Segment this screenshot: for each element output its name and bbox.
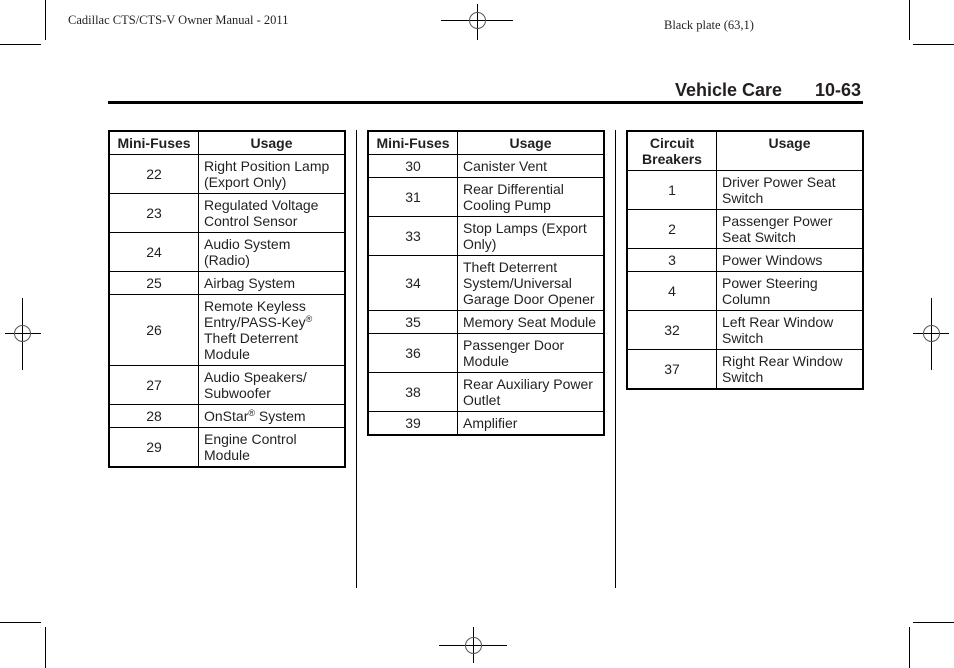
breaker-usage: Power Steering Column (716, 271, 864, 311)
page-number: 10-63 (815, 80, 862, 100)
column-header-usage: Usage (198, 130, 346, 155)
fuse-number: 30 (367, 154, 458, 178)
breaker-number: 1 (626, 170, 717, 210)
table-row: 37 Right Rear Window Switch (626, 349, 864, 390)
fuse-number: 23 (108, 193, 199, 233)
breaker-usage: Power Windows (716, 248, 864, 272)
usage-text: OnStar (204, 408, 249, 424)
usage-text: Theft Deterrent Module (204, 330, 299, 362)
column-header-usage: Usage (716, 130, 864, 171)
table-row: 1 Driver Power Seat Switch (626, 170, 864, 210)
crop-mark-icon (909, 627, 910, 668)
table-row: 39 Amplifier (367, 411, 605, 436)
table-row: 23 Regulated Voltage Control Sensor (108, 193, 346, 233)
fuse-usage: Audio System (Radio) (198, 232, 346, 272)
crop-mark-icon (909, 0, 910, 40)
fuse-usage: Amplifier (457, 411, 605, 436)
table-header-row: Circuit Breakers Usage (626, 130, 864, 171)
fuse-usage: Remote Keyless Entry/PASS-Key® Theft Det… (198, 294, 346, 366)
table-row: 28 OnStar® System (108, 404, 346, 428)
circuit-breakers-table: Circuit Breakers Usage 1 Driver Power Se… (626, 130, 864, 390)
column-header-mini-fuses: Mini-Fuses (367, 130, 458, 155)
header-rule (108, 101, 863, 104)
fuse-number: 36 (367, 333, 458, 373)
fuse-number: 24 (108, 232, 199, 272)
fuse-number: 35 (367, 310, 458, 334)
fuse-number: 39 (367, 411, 458, 436)
breaker-number: 37 (626, 349, 717, 390)
table-row: 25 Airbag System (108, 271, 346, 295)
fuse-number: 26 (108, 294, 199, 366)
registered-mark: ® (248, 408, 255, 418)
fuse-number: 33 (367, 216, 458, 256)
breaker-usage: Left Rear Window Switch (716, 310, 864, 350)
table-row: 29 Engine Control Module (108, 427, 346, 468)
breaker-number: 2 (626, 209, 717, 249)
mini-fuses-table-1: Mini-Fuses Usage 22 Right Position Lamp … (108, 130, 346, 468)
table-row: 3 Power Windows (626, 248, 864, 272)
usage-text: Remote Keyless Entry/PASS-Key (204, 298, 306, 330)
section-title: Vehicle Care (675, 80, 783, 100)
table-row: 2 Passenger Power Seat Switch (626, 209, 864, 249)
fuse-number: 34 (367, 255, 458, 311)
fuse-number: 28 (108, 404, 199, 428)
fuse-usage: Audio Speakers/ Subwoofer (198, 365, 346, 405)
table-row: 27 Audio Speakers/ Subwoofer (108, 365, 346, 405)
crop-mark-icon (0, 622, 41, 623)
breaker-number: 32 (626, 310, 717, 350)
fuse-number: 25 (108, 271, 199, 295)
fuse-number: 38 (367, 372, 458, 412)
table-header-row: Mini-Fuses Usage (367, 130, 605, 155)
table-row: 35 Memory Seat Module (367, 310, 605, 334)
mini-fuses-table-2: Mini-Fuses Usage 30 Canister Vent 31 Rea… (367, 130, 605, 436)
table-row: 22 Right Position Lamp (Export Only) (108, 154, 346, 194)
running-head-left: Cadillac CTS/CTS-V Owner Manual - 2011 (68, 13, 289, 27)
fuse-usage: Passenger Door Module (457, 333, 605, 373)
registered-mark: ® (305, 314, 313, 324)
fuse-usage: Right Position Lamp (Export Only) (198, 154, 346, 194)
table-row: 36 Passenger Door Module (367, 333, 605, 373)
fuse-usage: Memory Seat Module (457, 310, 605, 334)
table-row: 38 Rear Auxiliary Power Outlet (367, 372, 605, 412)
fuse-usage: Rear Auxiliary Power Outlet (457, 372, 605, 412)
breaker-number: 3 (626, 248, 717, 272)
fuse-usage: Theft Deterrent System/Universal Garage … (457, 255, 605, 311)
breaker-usage: Passenger Power Seat Switch (716, 209, 864, 249)
table-row: 4 Power Steering Column (626, 271, 864, 311)
table-row: 24 Audio System (Radio) (108, 232, 346, 272)
fuse-usage: Airbag System (198, 271, 346, 295)
usage-text: System (255, 408, 306, 424)
fuse-number: 27 (108, 365, 199, 405)
fuse-usage: Regulated Voltage Control Sensor (198, 193, 346, 233)
table-row: 26 Remote Keyless Entry/PASS-Key® Theft … (108, 294, 346, 366)
fuse-usage: Engine Control Module (198, 427, 346, 468)
column-header-usage: Usage (457, 130, 605, 155)
column-divider (615, 130, 616, 588)
fuse-usage: Rear Differential Cooling Pump (457, 177, 605, 217)
column-header-circuit-breakers: Circuit Breakers (626, 130, 717, 171)
fuse-number: 31 (367, 177, 458, 217)
breaker-number: 4 (626, 271, 717, 311)
fuse-usage: Stop Lamps (Export Only) (457, 216, 605, 256)
crop-mark-icon (0, 44, 41, 45)
crop-mark-icon (913, 622, 954, 623)
table-row: 32 Left Rear Window Switch (626, 310, 864, 350)
column-header-mini-fuses: Mini-Fuses (108, 130, 199, 155)
column-divider (356, 130, 357, 588)
fuse-usage: OnStar® System (198, 404, 346, 428)
table-row: 31 Rear Differential Cooling Pump (367, 177, 605, 217)
crop-mark-icon (45, 0, 46, 40)
table-row: 34 Theft Deterrent System/Universal Gara… (367, 255, 605, 311)
running-head-right: Black plate (63,1) (664, 18, 754, 32)
table-row: 30 Canister Vent (367, 154, 605, 178)
crop-mark-icon (913, 44, 954, 45)
fuse-usage: Canister Vent (457, 154, 605, 178)
table-row: 33 Stop Lamps (Export Only) (367, 216, 605, 256)
breaker-usage: Driver Power Seat Switch (716, 170, 864, 210)
fuse-number: 29 (108, 427, 199, 468)
crop-mark-icon (45, 627, 46, 668)
table-header-row: Mini-Fuses Usage (108, 130, 346, 155)
breaker-usage: Right Rear Window Switch (716, 349, 864, 390)
fuse-number: 22 (108, 154, 199, 194)
